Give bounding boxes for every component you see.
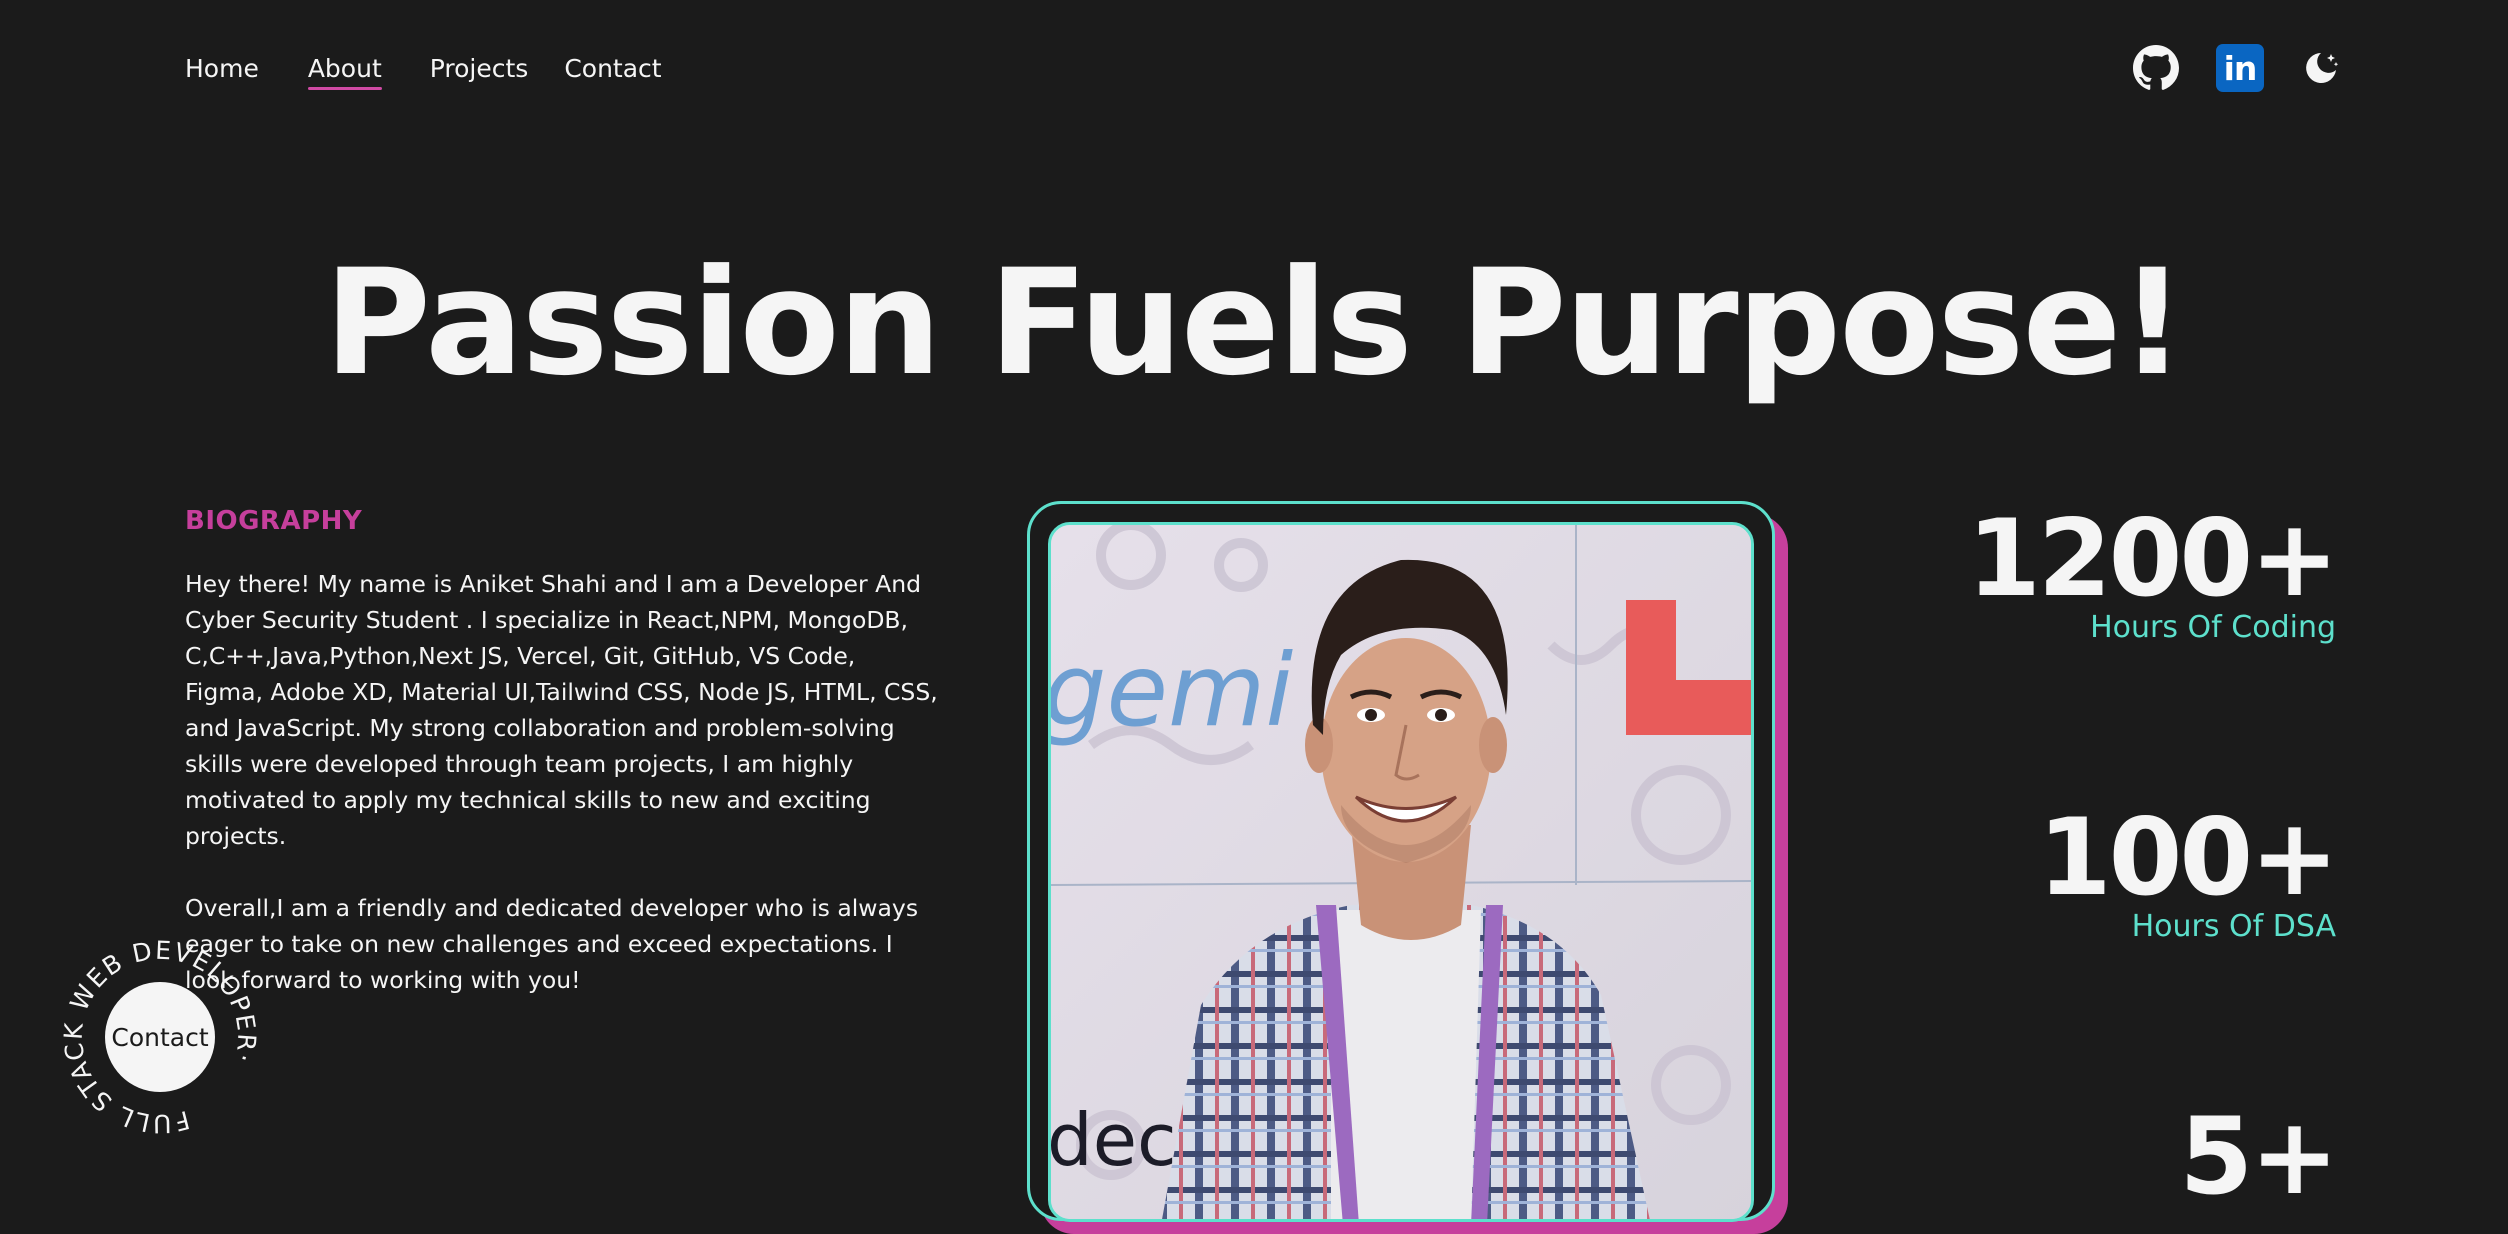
hero-title: Passion Fuels Purpose!	[324, 238, 2186, 408]
stat-coding-hours: 1200+ Hours Of Coding	[1967, 497, 2339, 646]
stat-value: 1200+	[1967, 497, 2339, 620]
photo-sign-text: gemi	[1051, 632, 1293, 749]
linkedin-icon[interactable]: in	[2216, 44, 2264, 92]
biography-paragraph: Overall,I am a friendly and dedicated de…	[185, 894, 919, 994]
photo-banner-text: dec	[1051, 1098, 1177, 1182]
stat-dsa-hours: 100+ Hours Of DSA	[2037, 796, 2339, 945]
linkedin-icon-label: in	[2223, 48, 2258, 88]
social-links: in	[2133, 44, 2341, 92]
biography-heading: BIOGRAPHY	[185, 506, 363, 536]
main-nav: Home About Projects Contact	[185, 52, 662, 90]
nav-contact-link[interactable]: Contact	[564, 52, 661, 86]
biography-paragraph: Hey there! My name is Aniket Shahi and I…	[185, 570, 938, 850]
nav-home-link[interactable]: Home	[185, 52, 259, 86]
github-icon[interactable]	[2133, 45, 2179, 91]
contact-badge: FULL STACK WEB DEVELOPER· Contact	[30, 907, 290, 1167]
profile-photo-illustration: gemi dec	[1051, 525, 1751, 1219]
profile-photo: gemi dec	[1048, 522, 1754, 1222]
stat-value: 100+	[2037, 796, 2339, 919]
biography-text: Hey there! My name is Aniket Shahi and I…	[185, 566, 940, 1034]
moon-icon[interactable]	[2301, 48, 2341, 88]
nav-projects-link[interactable]: Projects	[430, 52, 529, 86]
stat-third: 5+	[2179, 1102, 2339, 1212]
contact-button[interactable]: Contact	[105, 982, 215, 1092]
nav-about-link[interactable]: About	[307, 52, 382, 90]
stat-value: 5+	[2179, 1095, 2339, 1218]
